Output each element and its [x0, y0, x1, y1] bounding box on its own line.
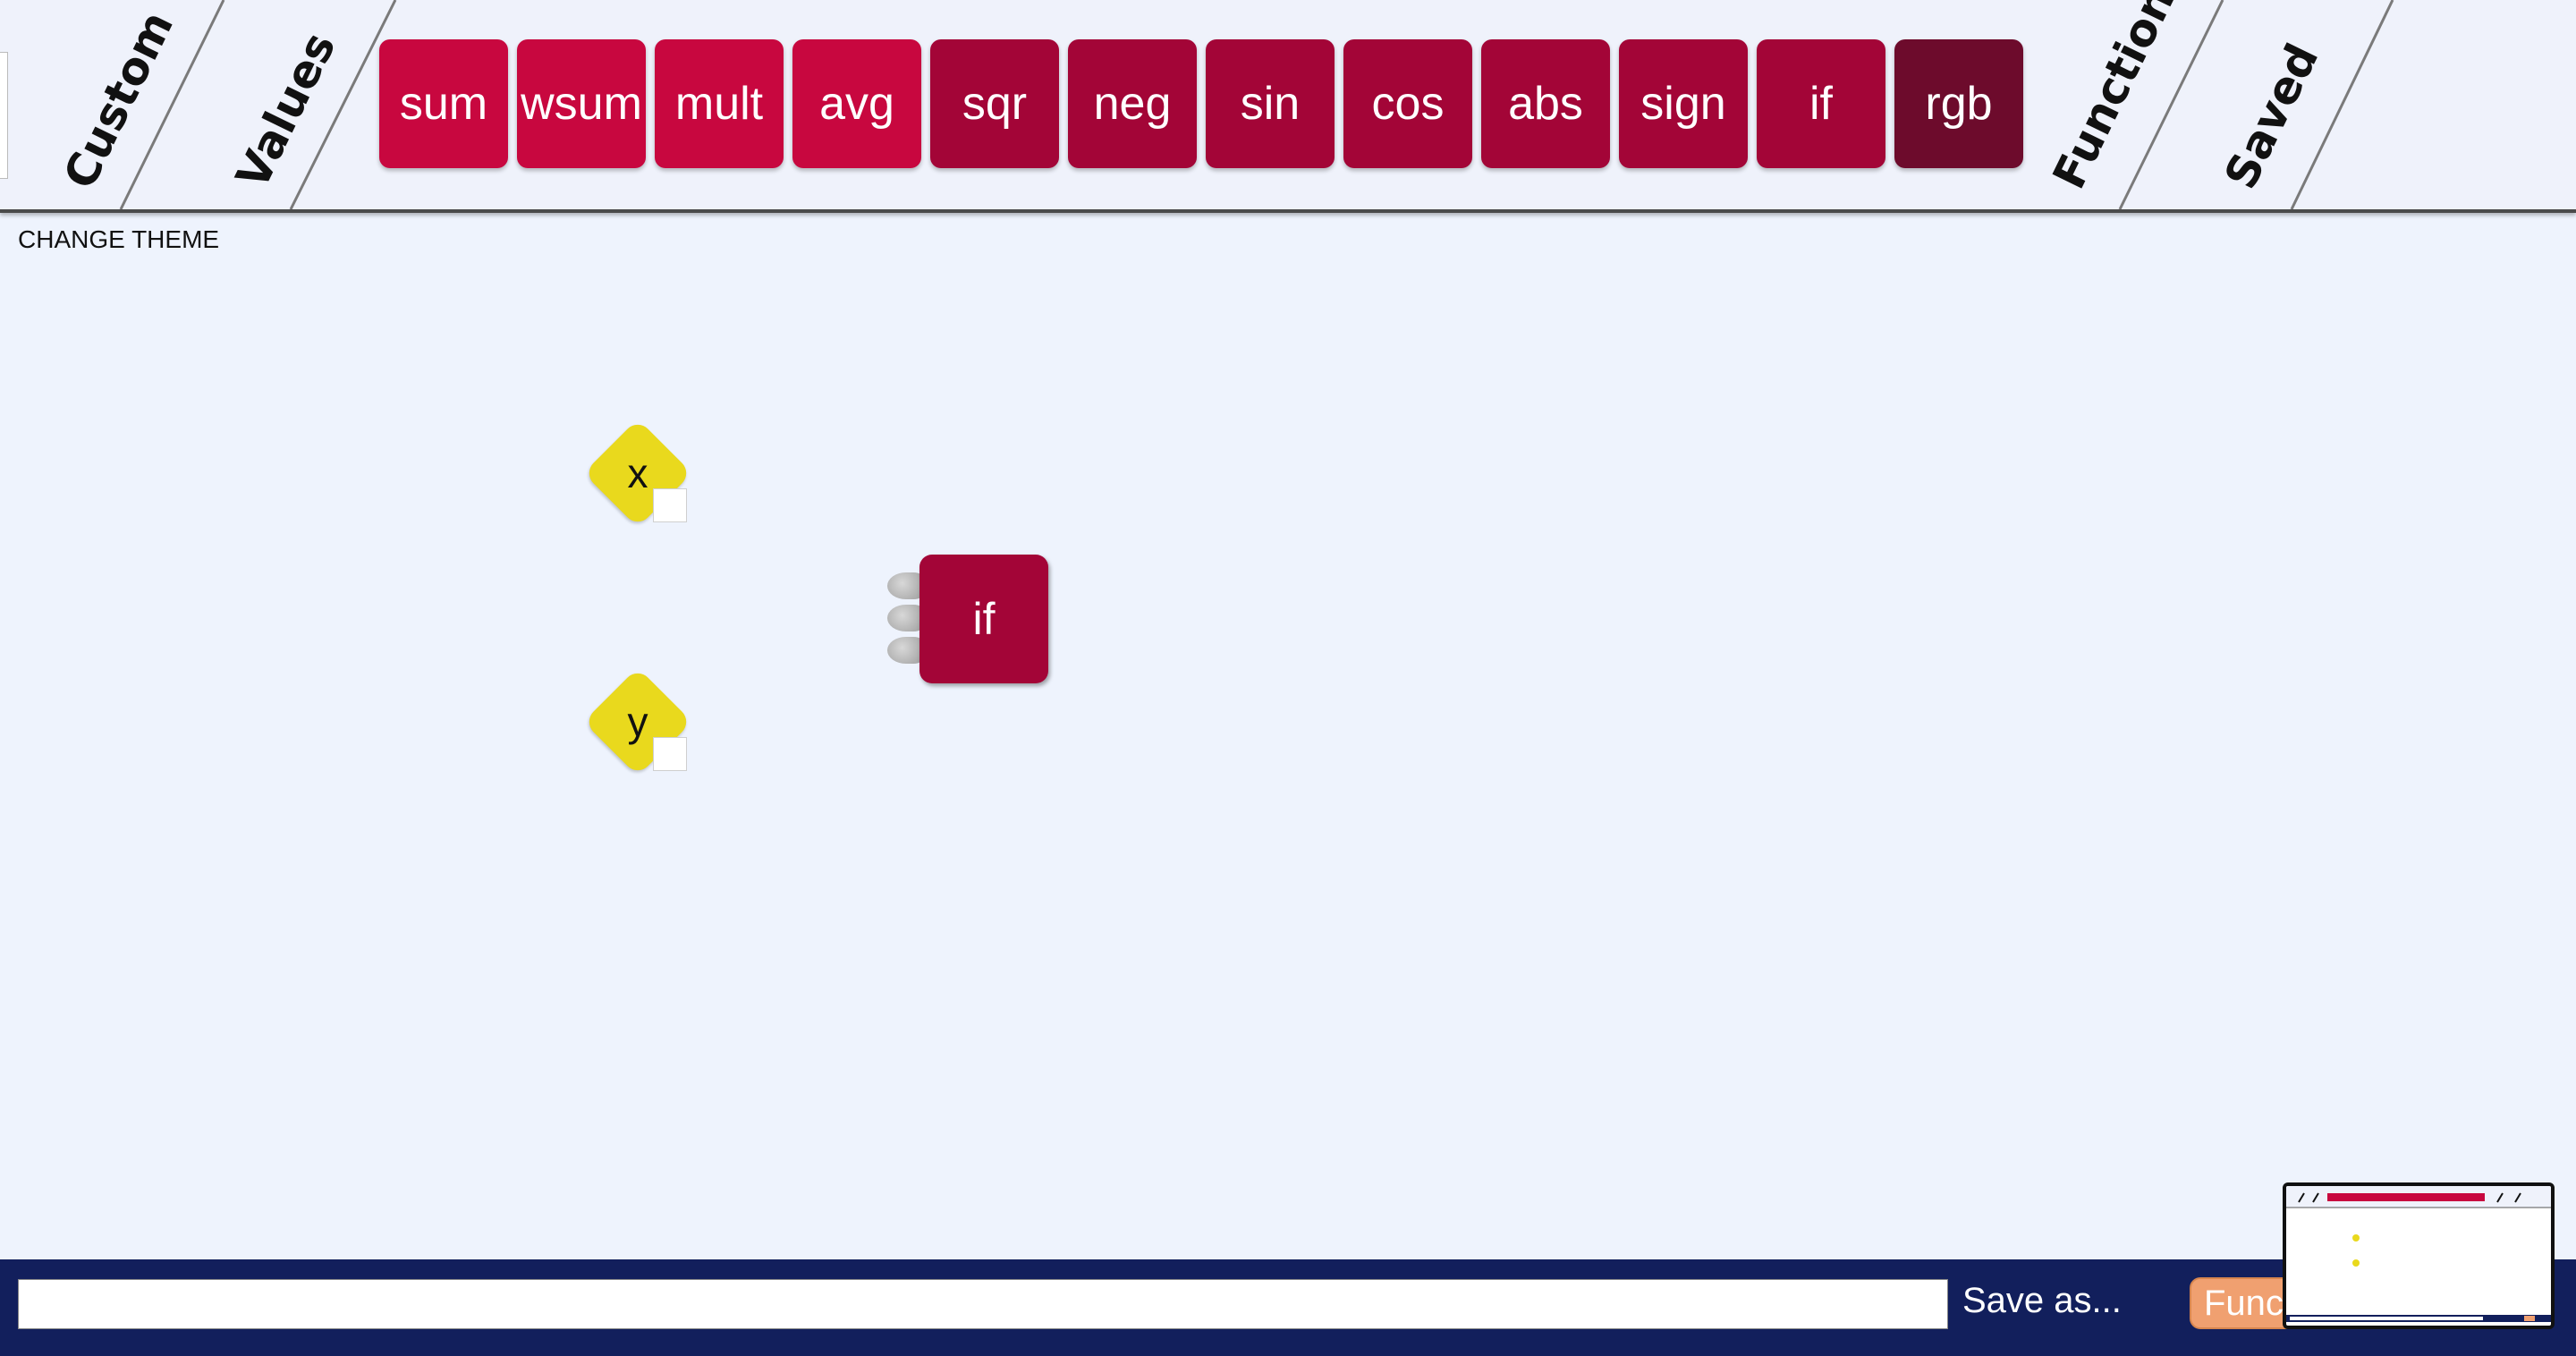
value-node-y[interactable]: y — [583, 667, 692, 776]
function-button-avg[interactable]: avg — [792, 39, 921, 168]
toolbar: Custom Values Functions Saved sum wsum mul… — [0, 0, 2576, 213]
function-button-sign[interactable]: sign — [1619, 39, 1748, 168]
output-port[interactable] — [653, 737, 687, 771]
tab-custom[interactable]: Custom — [54, 4, 183, 197]
tab-functions[interactable]: Functions — [2043, 0, 2197, 197]
output-port[interactable] — [653, 488, 687, 522]
minimap-preview — [2286, 1186, 2551, 1322]
function-button-neg[interactable]: neg — [1068, 39, 1197, 168]
function-button-sin[interactable]: sin — [1206, 39, 1335, 168]
function-button-abs[interactable]: abs — [1481, 39, 1610, 168]
function-button-sqr[interactable]: sqr — [930, 39, 1059, 168]
operation-node-if[interactable]: if — [919, 555, 1048, 683]
save-as-button[interactable]: Save as... — [1962, 1281, 2122, 1321]
tab-values[interactable]: Values — [226, 24, 346, 197]
function-button-wsum[interactable]: wsum — [517, 39, 646, 168]
tab-saved[interactable]: Saved — [2215, 36, 2329, 197]
function-button-cos[interactable]: cos — [1343, 39, 1472, 168]
custom-panel-edge[interactable] — [0, 52, 8, 179]
function-button-if[interactable]: if — [1757, 39, 1885, 168]
function-button-sum[interactable]: sum — [379, 39, 508, 168]
change-theme-link[interactable]: CHANGE THEME — [18, 225, 219, 254]
function-button-rgb[interactable]: rgb — [1894, 39, 2023, 168]
value-node-x[interactable]: x — [583, 419, 692, 528]
save-name-input[interactable] — [18, 1279, 1948, 1329]
function-button-mult[interactable]: mult — [655, 39, 784, 168]
minimap[interactable] — [2283, 1182, 2555, 1329]
